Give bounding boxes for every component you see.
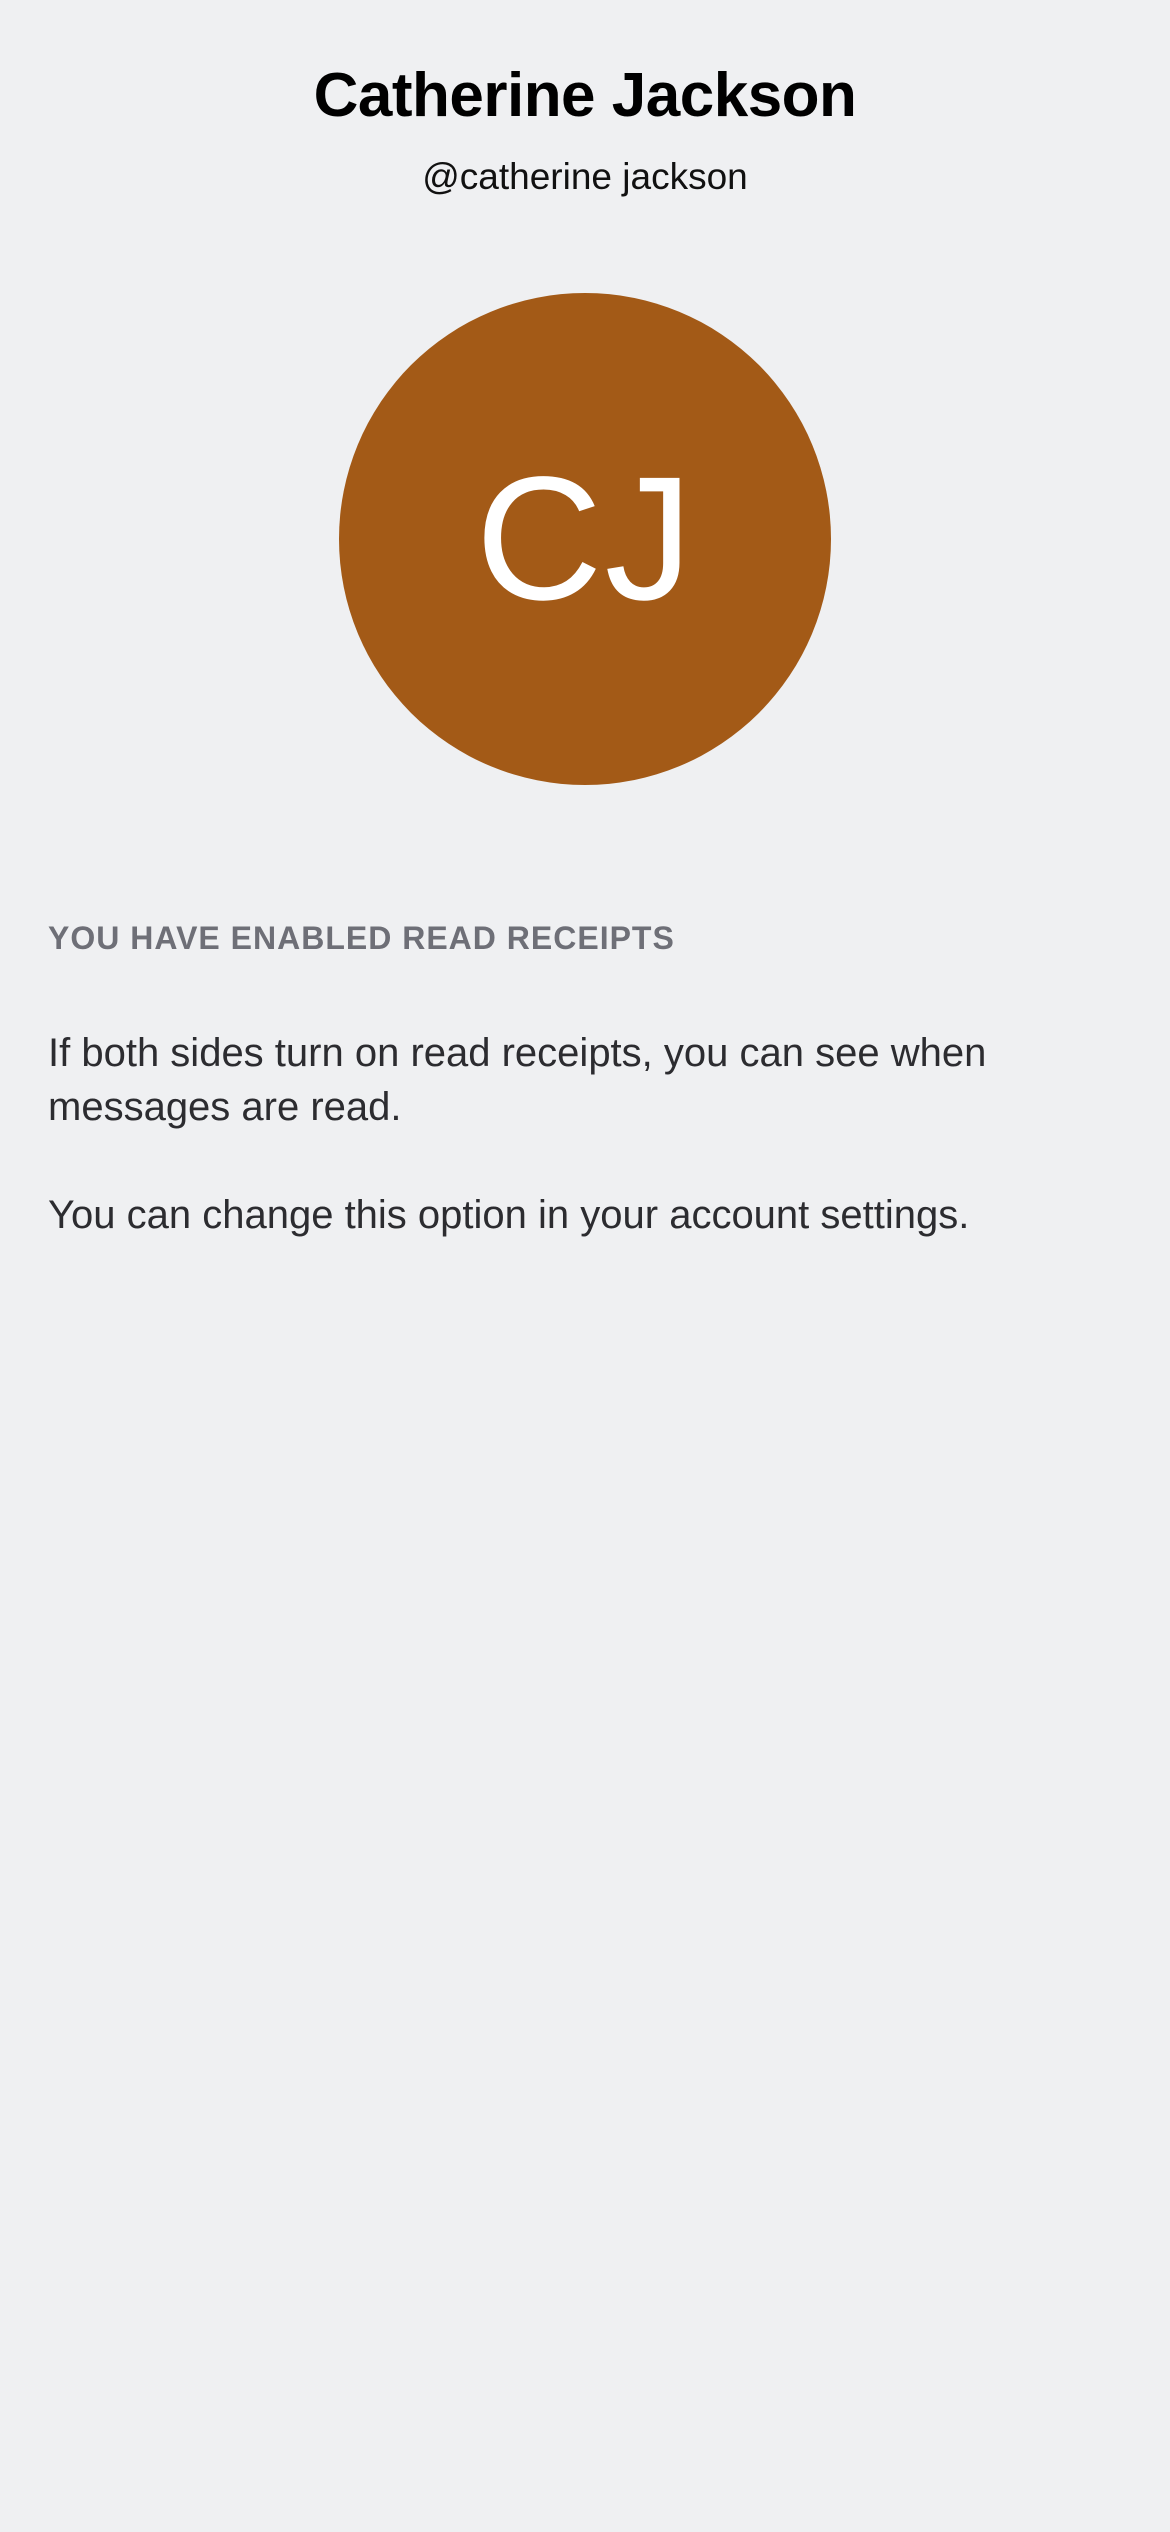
- avatar-initials: CJ: [475, 441, 695, 637]
- profile-display-name: Catherine Jackson: [313, 61, 857, 130]
- avatar: CJ: [339, 293, 831, 785]
- read-receipts-description: If both sides turn on read receipts, you…: [48, 1031, 987, 1129]
- read-receipts-heading: YOU HAVE ENABLED READ RECEIPTS: [48, 920, 675, 956]
- profile-username: @catherine jackson: [422, 156, 748, 197]
- read-receipts-settings-hint: You can change this option in your accou…: [48, 1193, 970, 1237]
